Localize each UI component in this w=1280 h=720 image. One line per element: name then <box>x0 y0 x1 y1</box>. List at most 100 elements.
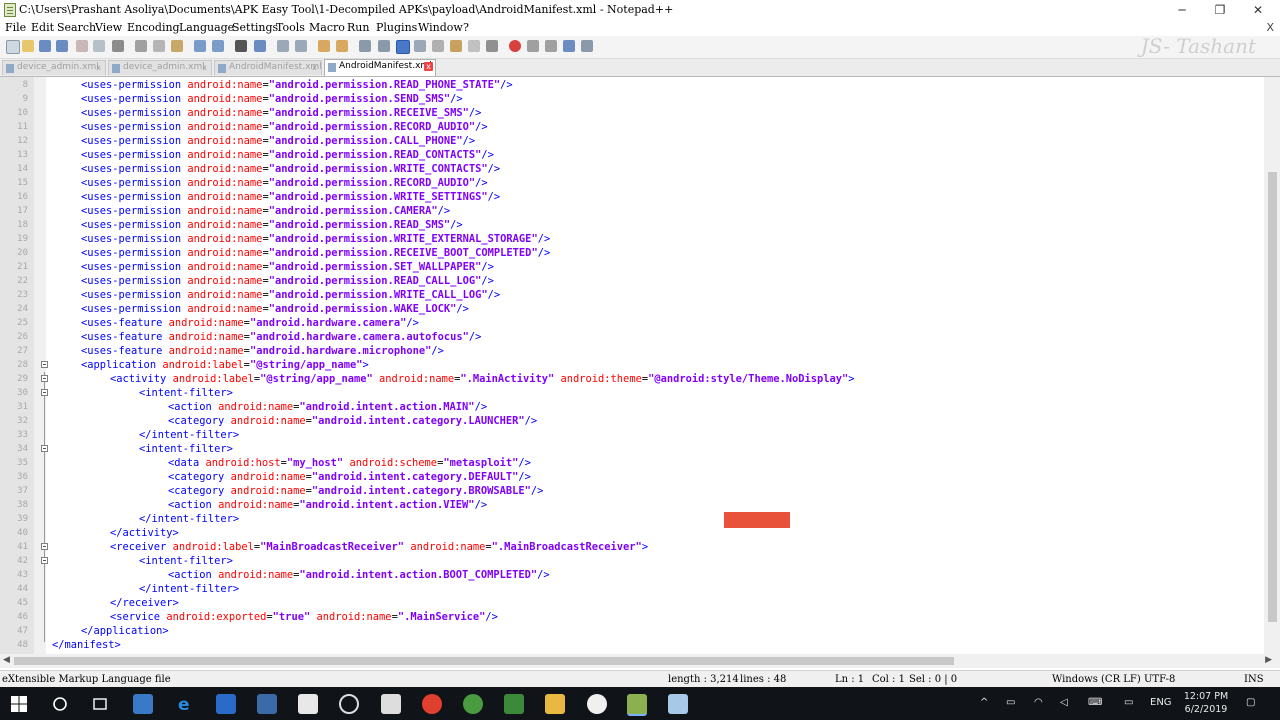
cortana-search-icon[interactable] <box>50 694 70 714</box>
horizontal-scrollbar[interactable]: ◀ ▶ <box>0 654 1280 668</box>
code-line[interactable]: 16 <uses-permission android:name="android… <box>0 190 1262 204</box>
editor[interactable]: 8 <uses-permission android:name="android.… <box>0 77 1280 654</box>
scroll-left-icon[interactable]: ◀ <box>3 655 10 665</box>
menu-help[interactable]: ? <box>463 21 469 34</box>
menu-macro[interactable]: Macro <box>309 21 345 34</box>
tab-close-icon[interactable]: x <box>200 63 209 72</box>
zoom-in-icon[interactable] <box>277 40 289 52</box>
print-icon[interactable] <box>112 40 124 52</box>
minimize-button[interactable]: ─ <box>1162 0 1202 20</box>
function-list-icon[interactable] <box>450 40 462 52</box>
code-line[interactable]: 29 <activity android:label="@string/app_n… <box>0 372 1262 386</box>
store-icon[interactable] <box>257 694 277 714</box>
chrome-icon[interactable] <box>422 694 442 714</box>
code-line[interactable]: 17 <uses-permission android:name="android… <box>0 204 1262 218</box>
fold-toggle-icon[interactable] <box>41 557 48 564</box>
code-line[interactable]: 45 </receiver> <box>0 596 1262 610</box>
code-line[interactable]: 15 <uses-permission android:name="android… <box>0 176 1262 190</box>
code-line[interactable]: 42 <intent-filter> <box>0 554 1262 568</box>
code-line[interactable]: 12 <uses-permission android:name="android… <box>0 134 1262 148</box>
code-line[interactable]: 43 <action android:name="android.intent.a… <box>0 568 1262 582</box>
android-icon[interactable] <box>463 694 483 714</box>
word-wrap-icon[interactable] <box>359 40 371 52</box>
notepad-plus-plus-taskbar-icon[interactable] <box>627 694 647 716</box>
code-line[interactable]: 36 <category android:name="android.intent… <box>0 470 1262 484</box>
code-line[interactable]: 32 <category android:name="android.intent… <box>0 414 1262 428</box>
fold-toggle-icon[interactable] <box>41 361 48 368</box>
code-line[interactable]: 35 <data android:host="my_host" android:s… <box>0 456 1262 470</box>
wifi-icon[interactable]: ◠ <box>1034 697 1043 708</box>
code-line[interactable]: 19 <uses-permission android:name="android… <box>0 232 1262 246</box>
edge-browser-icon[interactable]: e <box>175 694 195 715</box>
open-file-icon[interactable] <box>22 40 34 52</box>
menu-plugins[interactable]: Plugins <box>376 21 417 34</box>
code-line[interactable]: 20 <uses-permission android:name="android… <box>0 246 1262 260</box>
code-line[interactable]: 30 <intent-filter> <box>0 386 1262 400</box>
find-icon[interactable] <box>235 40 247 52</box>
insert-mode[interactable]: INS <box>1244 674 1264 685</box>
fold-toggle-icon[interactable] <box>41 389 48 396</box>
save-all-icon[interactable] <box>56 40 68 52</box>
redo-icon[interactable] <box>212 40 224 52</box>
show-all-characters-icon[interactable] <box>378 40 390 52</box>
code-line[interactable]: 41 <receiver android:label="MainBroadcast… <box>0 540 1262 554</box>
eol-format[interactable]: Windows (CR LF) <box>1052 674 1141 685</box>
show-hidden-icons[interactable]: ^ <box>980 697 988 708</box>
save-icon[interactable] <box>39 40 51 52</box>
menu-view[interactable]: View <box>95 21 122 34</box>
code-line[interactable]: 37 <category android:name="android.intent… <box>0 484 1262 498</box>
keyboard-icon[interactable]: ⌨ <box>1088 697 1102 708</box>
folder-as-workspace-icon[interactable] <box>468 40 480 52</box>
app-icon-1[interactable] <box>133 694 153 714</box>
code-line[interactable]: 14 <uses-permission android:name="android… <box>0 162 1262 176</box>
maximize-button[interactable]: ❐ <box>1200 0 1240 20</box>
paste-icon[interactable] <box>171 40 183 52</box>
tab-close-icon[interactable]: x <box>424 62 433 71</box>
code-line[interactable]: 27 <uses-feature android:name="android.ha… <box>0 344 1262 358</box>
settings-icon[interactable] <box>339 694 359 714</box>
input-language[interactable]: ENG <box>1150 697 1172 708</box>
menu-language[interactable]: Language <box>179 21 234 34</box>
windows-start-icon[interactable] <box>10 695 28 713</box>
code-line[interactable]: 44 </intent-filter> <box>0 582 1262 596</box>
close-all-icon[interactable] <box>93 40 105 52</box>
fold-toggle-icon[interactable] <box>41 375 48 382</box>
code-line[interactable]: 9 <uses-permission android:name="android.… <box>0 92 1262 106</box>
doc-map-icon[interactable] <box>432 40 444 52</box>
scroll-right-icon[interactable]: ▶ <box>1265 655 1272 665</box>
app-icon-4[interactable] <box>587 694 607 714</box>
battery-icon[interactable]: ▭ <box>1006 697 1015 708</box>
horizontal-scroll-thumb[interactable] <box>14 657 954 665</box>
code-line[interactable]: 18 <uses-permission android:name="android… <box>0 218 1262 232</box>
code-line[interactable]: 47 </application> <box>0 624 1262 638</box>
code-line[interactable]: 22 <uses-permission android:name="android… <box>0 274 1262 288</box>
media-player-icon[interactable] <box>381 694 401 714</box>
menu-edit[interactable]: Edit <box>31 21 54 34</box>
code-line[interactable]: 38 <action android:name="android.intent.a… <box>0 498 1262 512</box>
replace-icon[interactable] <box>254 40 266 52</box>
tab-device-admin-1[interactable]: device_admin.xml x <box>2 60 106 75</box>
close-file-icon[interactable] <box>76 40 88 52</box>
sync-horizontal-icon[interactable] <box>336 40 348 52</box>
play-macro-icon[interactable] <box>545 40 557 52</box>
menu-encoding[interactable]: Encoding <box>127 21 180 34</box>
code-line[interactable]: 23 <uses-permission android:name="android… <box>0 288 1262 302</box>
zoom-out-icon[interactable] <box>295 40 307 52</box>
photos-icon[interactable] <box>298 694 318 714</box>
code-line[interactable]: 10 <uses-permission android:name="android… <box>0 106 1262 120</box>
code-line[interactable]: 33 </intent-filter> <box>0 428 1262 442</box>
menu-file[interactable]: File <box>5 21 26 34</box>
code-line[interactable]: 48 </manifest> <box>0 638 1262 652</box>
close-document-icon[interactable]: X <box>1266 21 1274 34</box>
copy-icon[interactable] <box>153 40 165 52</box>
app-icon-3[interactable] <box>504 694 524 714</box>
cut-icon[interactable] <box>135 40 147 52</box>
tab-android-manifest-active[interactable]: AndroidManifest.xml x <box>324 59 436 76</box>
code-line[interactable]: 8 <uses-permission android:name="android.… <box>0 78 1262 92</box>
clock[interactable]: 12:07 PM 6/2/2019 <box>1176 690 1236 716</box>
vertical-scroll-thumb[interactable] <box>1268 172 1277 622</box>
vertical-scrollbar[interactable] <box>1264 77 1280 654</box>
encoding[interactable]: UTF-8 <box>1144 674 1175 685</box>
run-macro-multiple-icon[interactable] <box>563 40 575 52</box>
code-line[interactable]: 31 <action android:name="android.intent.a… <box>0 400 1262 414</box>
